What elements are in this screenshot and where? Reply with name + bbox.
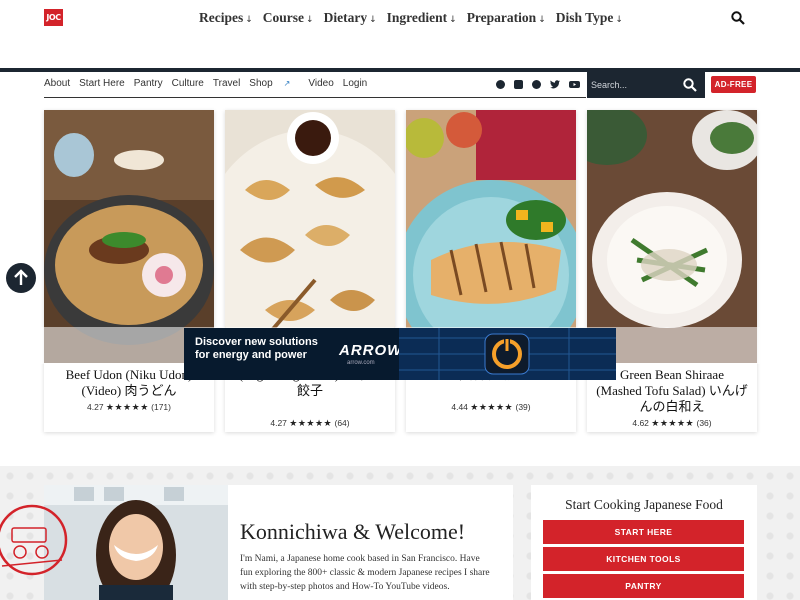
menu-item-course[interactable]: Course ↓	[263, 10, 314, 26]
secondary-nav: About Start Here Pantry Culture Travel S…	[44, 78, 376, 89]
top-navigation: JOC Recipes ↓ Course ↓ Dietary ↓ Ingredient…	[0, 0, 800, 36]
youtube-icon[interactable]	[569, 80, 580, 89]
menu-item-ingredient[interactable]: Ingredient ↓	[387, 10, 457, 26]
recipe-card[interactable]: Beef Udon (Niku Udon) (Video) 肉うどん 4.27 …	[44, 110, 214, 432]
recipe-title-line: んの白和え	[639, 399, 705, 414]
chevron-down-icon: ↓	[449, 15, 457, 25]
menu-label: Recipes	[199, 10, 244, 25]
rating-count: (36)	[696, 418, 712, 428]
instagram-icon[interactable]	[514, 80, 523, 89]
rating-score: 4.27	[270, 418, 287, 428]
star-icons: ★★★★★	[289, 418, 333, 428]
twitter-icon[interactable]	[550, 80, 560, 89]
recipe-photo	[44, 110, 214, 363]
decorative-stamp-icon	[0, 504, 68, 576]
menu-item-recipes[interactable]: Recipes ↓	[199, 10, 253, 26]
menu-item-dietary[interactable]: Dietary ↓	[324, 10, 377, 26]
recipe-photo	[225, 110, 395, 363]
recipe-card[interactable]: 味噌漬け焼き 4.44 ★★★★★ (39)	[406, 110, 576, 432]
rating-count: (171)	[151, 402, 171, 412]
star-icons: ★★★★★	[470, 402, 514, 412]
recipe-rating: 4.27 ★★★★★ (64)	[225, 418, 395, 429]
subnav-culture[interactable]: Culture	[172, 78, 204, 89]
search-icon[interactable]	[731, 11, 745, 25]
rating-score: 4.62	[632, 418, 649, 428]
recipe-photo	[587, 110, 757, 363]
ad-headline-line: for energy and power	[195, 349, 307, 361]
kitchen-tools-button[interactable]: KITCHEN TOOLS	[543, 547, 744, 571]
advertisement-banner[interactable]: Discover new solutions for energy and po…	[184, 328, 616, 380]
subnav-underline	[44, 97, 586, 98]
site-logo[interactable]: JOC	[44, 9, 63, 26]
chevron-down-icon: ↓	[369, 15, 377, 25]
main-menu: Recipes ↓ Course ↓ Dietary ↓ Ingredient ↓ Pr…	[199, 10, 633, 26]
subnav-video[interactable]: Video	[308, 78, 333, 89]
recipe-title-line: (Video) 肉うどん	[81, 383, 177, 398]
ad-headline-line: Discover new solutions	[195, 336, 318, 348]
recipe-card[interactable]: (Vegan/Vegetarian) 野菜の 餃子 4.27 ★★★★★ (64…	[225, 110, 395, 432]
subnav-shop[interactable]: Shop ↗	[249, 78, 299, 89]
subnav-pantry[interactable]: Pantry	[134, 78, 163, 89]
menu-label: Course	[262, 10, 305, 25]
search-input[interactable]	[591, 78, 677, 92]
start-here-button[interactable]: START HERE	[543, 520, 744, 544]
subnav-about[interactable]: About	[44, 78, 70, 89]
ad-graphic	[399, 328, 616, 380]
welcome-text: I'm Nami, a Japanese home cook based in …	[240, 554, 490, 592]
subnav-start-here[interactable]: Start Here	[79, 78, 125, 89]
search-box	[587, 72, 705, 98]
ad-free-button[interactable]: AD-FREE	[711, 76, 756, 93]
pinterest-icon[interactable]	[532, 80, 541, 89]
recipe-card[interactable]: Green Bean Shiraae (Mashed Tofu Salad) い…	[587, 110, 757, 432]
menu-label: Dish Type	[555, 10, 614, 25]
chevron-down-icon: ↓	[615, 15, 623, 25]
rating-count: (64)	[334, 418, 350, 428]
recipe-title-line: (Mashed Tofu Salad) いんげ	[596, 383, 748, 398]
recipe-photo	[406, 110, 576, 363]
welcome-heading: Konnichiwa & Welcome!	[240, 519, 466, 544]
menu-item-dish-type[interactable]: Dish Type ↓	[556, 10, 623, 26]
menu-item-preparation[interactable]: Preparation ↓	[467, 10, 546, 26]
facebook-icon[interactable]	[496, 80, 505, 89]
rating-score: 4.44	[451, 402, 468, 412]
star-icons: ★★★★★	[651, 418, 695, 428]
start-cooking-heading: Start Cooking Japanese Food	[565, 497, 723, 512]
arrow-up-icon	[14, 269, 28, 285]
chevron-down-icon: ↓	[538, 15, 546, 25]
rating-count: (39)	[515, 402, 531, 412]
menu-label: Ingredient	[386, 10, 448, 25]
header-spacer	[0, 36, 800, 68]
subnav-login[interactable]: Login	[343, 78, 367, 89]
star-icons: ★★★★★	[105, 402, 149, 412]
back-to-top-button[interactable]	[6, 263, 36, 293]
subnav-travel[interactable]: Travel	[213, 78, 240, 89]
rating-score: 4.27	[87, 402, 104, 412]
social-icons	[496, 80, 580, 89]
ad-brand: ARROW	[339, 342, 403, 359]
recipe-rating: 4.62 ★★★★★ (36)	[587, 418, 757, 429]
ad-url: arrow.com	[347, 360, 375, 366]
menu-label: Dietary	[323, 10, 368, 25]
ad-headline: Discover new solutions for energy and po…	[195, 336, 318, 362]
subnav-shop-label: Shop	[249, 78, 273, 89]
pantry-button[interactable]: PANTRY	[543, 574, 744, 598]
recipe-rating: 4.27 ★★★★★ (171)	[44, 402, 214, 413]
search-icon[interactable]	[683, 78, 697, 92]
recipe-rating: 4.44 ★★★★★ (39)	[406, 402, 576, 413]
chevron-down-icon: ↓	[245, 15, 253, 25]
menu-label: Preparation	[466, 10, 537, 25]
recipe-title-line: 餃子	[296, 383, 323, 398]
external-link-icon: ↗	[283, 79, 291, 88]
chevron-down-icon: ↓	[306, 15, 314, 25]
